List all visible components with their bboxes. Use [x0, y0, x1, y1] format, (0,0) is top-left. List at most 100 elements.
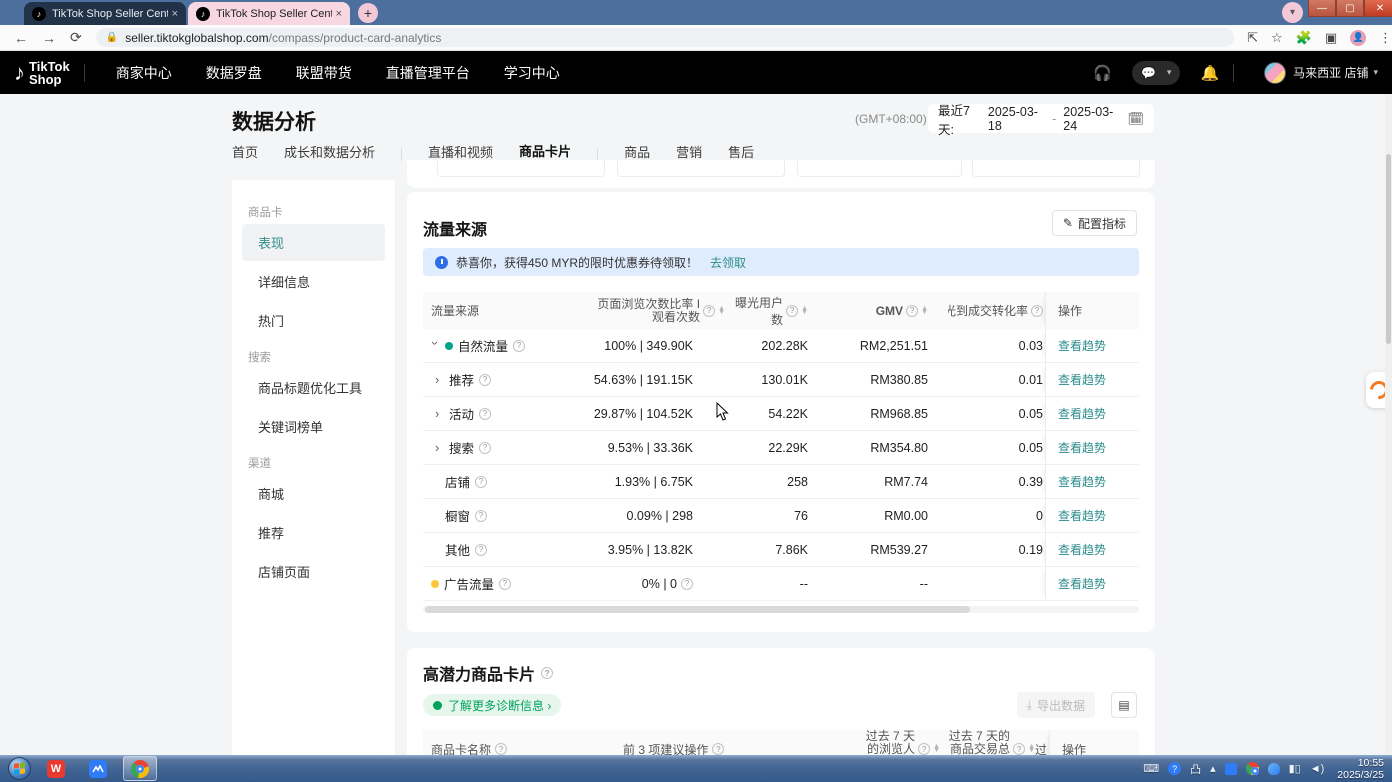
expand-chevron-icon[interactable]: › — [428, 341, 443, 350]
tab-search-icon[interactable]: ▾ — [1282, 2, 1303, 23]
horizontal-scrollbar[interactable] — [423, 606, 1139, 613]
forward-icon[interactable]: → — [42, 30, 56, 46]
nav-item-seller-center[interactable]: 商家中心 — [116, 63, 172, 83]
sidebar-item[interactable]: 关键词榜单 — [242, 408, 385, 445]
info-icon[interactable]: ? — [541, 667, 553, 679]
tab-close-icon[interactable]: × — [172, 8, 178, 20]
info-icon[interactable]: ? — [1031, 305, 1043, 317]
network-icon[interactable]: ▮▯ — [1289, 762, 1301, 775]
info-icon[interactable]: ? — [703, 305, 715, 317]
shop-avatar[interactable] — [1264, 62, 1286, 84]
calendar-icon[interactable]: 🗓 — [1128, 111, 1145, 127]
tray-cloud-icon[interactable] — [1268, 763, 1280, 775]
scrollbar-thumb[interactable] — [425, 606, 970, 613]
nav-item-data-compass[interactable]: 数据罗盘 — [206, 63, 262, 83]
view-trend-link[interactable]: 查看趋势 — [1058, 405, 1106, 422]
view-trend-link[interactable]: 查看趋势 — [1058, 575, 1106, 592]
tab-close-icon[interactable]: × — [336, 8, 342, 20]
info-icon[interactable]: ? — [475, 476, 487, 488]
sidebar-item[interactable]: 表现 — [242, 224, 385, 261]
info-icon[interactable]: ? — [1013, 743, 1025, 755]
info-icon[interactable]: ? — [479, 408, 491, 420]
date-range-picker[interactable]: 最近7天: 2025-03-18 - 2025-03-24 🗓 — [928, 104, 1154, 133]
info-icon[interactable]: ? — [499, 578, 511, 590]
view-trend-link[interactable]: 查看趋势 — [1058, 507, 1106, 524]
notification-bell-icon[interactable]: 🔔 — [1200, 64, 1219, 82]
tab-growth-analytics[interactable]: 成长和数据分析 — [284, 142, 375, 166]
info-icon[interactable]: ? — [513, 340, 525, 352]
sidebar-item[interactable]: 商城 — [242, 475, 385, 512]
messages-pill[interactable]: 💬 ▾ — [1132, 61, 1180, 85]
volume-icon[interactable]: ◄) — [1310, 763, 1325, 775]
help-icon[interactable]: ? — [1168, 762, 1181, 775]
keyboard-icon[interactable]: ⌨ — [1143, 762, 1159, 775]
maximize-button[interactable]: ▢ — [1336, 0, 1364, 17]
export-data-button[interactable]: ⤓ 导出数据 — [1017, 692, 1095, 718]
nav-item-learning-center[interactable]: 学习中心 — [504, 63, 560, 83]
taskbar-wps-icon[interactable]: W — [39, 756, 73, 781]
sort-icon[interactable]: ▲▼ — [801, 307, 808, 315]
start-button[interactable] — [8, 757, 31, 780]
tray-app-icon[interactable] — [1225, 763, 1237, 775]
side-panel-icon[interactable]: ▣ — [1325, 30, 1337, 46]
url-input[interactable]: 🔒 seller.tiktokglobalshop.com/compass/pr… — [96, 28, 1234, 47]
sort-icon[interactable]: ▲▼ — [718, 307, 725, 315]
nav-item-live-platform[interactable]: 直播管理平台 — [386, 63, 470, 83]
info-icon[interactable]: ? — [681, 578, 693, 590]
close-button[interactable]: ✕ — [1364, 0, 1392, 17]
ime-icon[interactable]: 凸 — [1190, 761, 1201, 777]
col-conversion-rate[interactable]: 曝光到成交转化率 ? — [948, 302, 1045, 319]
sidebar-item[interactable]: 推荐 — [242, 514, 385, 551]
sidebar-item[interactable]: 商品标题优化工具 — [242, 369, 385, 406]
configure-metrics-button[interactable]: ✎ 配置指标 — [1052, 210, 1137, 236]
minimize-button[interactable]: — — [1308, 0, 1336, 17]
info-icon[interactable]: ? — [786, 305, 798, 317]
extensions-icon[interactable]: 🧩 — [1296, 30, 1312, 46]
col-exposed-users[interactable]: 曝光用户数 ? ▲▼ — [733, 294, 838, 328]
tray-chrome-icon[interactable] — [1246, 762, 1259, 775]
view-trend-link[interactable]: 查看趋势 — [1058, 473, 1106, 490]
tab-home[interactable]: 首页 — [232, 142, 258, 166]
info-icon[interactable]: ? — [712, 743, 724, 755]
shop-name[interactable]: 马来西亚 店铺 — [1293, 64, 1368, 81]
new-tab-button[interactable]: + — [358, 3, 378, 23]
sort-icon[interactable]: ▲▼ — [921, 307, 928, 315]
info-icon[interactable]: ? — [918, 743, 930, 755]
back-icon[interactable]: ← — [14, 30, 28, 46]
headset-support-icon[interactable]: 🎧 — [1093, 64, 1112, 82]
view-trend-link[interactable]: 查看趋势 — [1058, 337, 1106, 354]
sidebar-item[interactable]: 店铺页面 — [242, 553, 385, 590]
info-icon[interactable]: ? — [906, 305, 918, 317]
diagnosis-link-pill[interactable]: 了解更多诊断信息 › — [423, 694, 561, 716]
report-doc-button[interactable]: ▤ — [1111, 692, 1137, 718]
bookmark-star-icon[interactable]: ☆ — [1271, 30, 1283, 46]
nav-item-affiliate[interactable]: 联盟带货 — [296, 63, 352, 83]
info-icon[interactable]: ? — [479, 442, 491, 454]
sidebar-item[interactable]: 热门 — [242, 302, 385, 339]
expand-chevron-icon[interactable]: › — [435, 372, 444, 387]
claim-coupon-link[interactable]: 去领取 — [710, 254, 746, 271]
browser-profile-avatar[interactable]: 👤 — [1350, 30, 1366, 46]
col-gmv[interactable]: GMV ? ▲▼ — [838, 304, 948, 318]
info-icon[interactable]: ? — [475, 510, 487, 522]
vertical-scrollbar[interactable] — [1385, 94, 1392, 755]
taskbar-clock[interactable]: 10:55 2025/3/25 — [1337, 757, 1384, 781]
tray-expand-icon[interactable]: ▴ — [1210, 762, 1216, 775]
view-trend-link[interactable]: 查看趋势 — [1058, 439, 1106, 456]
taskbar-chrome-icon[interactable] — [123, 756, 157, 781]
expand-chevron-icon[interactable]: › — [435, 406, 444, 421]
info-icon[interactable]: ? — [495, 743, 507, 755]
share-icon[interactable]: ⇱ — [1247, 30, 1258, 46]
scrollbar-thumb[interactable] — [1386, 154, 1391, 344]
browser-tab-1[interactable]: ♪ TikTok Shop Seller Center | Cre × — [24, 2, 186, 25]
view-trend-link[interactable]: 查看趋势 — [1058, 541, 1106, 558]
sidebar-item[interactable]: 详细信息 — [242, 263, 385, 300]
info-icon[interactable]: ? — [475, 544, 487, 556]
expand-chevron-icon[interactable]: › — [435, 440, 444, 455]
sort-icon[interactable]: ▲▼ — [1028, 745, 1035, 753]
col-pv-ratio[interactable]: 页面浏览次数比率 I 观看次数 ? ▲▼ — [573, 298, 733, 324]
view-trend-link[interactable]: 查看趋势 — [1058, 371, 1106, 388]
browser-tab-2[interactable]: ♪ TikTok Shop Seller Center | Cre × — [188, 2, 350, 25]
browser-menu-icon[interactable]: ⋮ — [1379, 30, 1392, 46]
refresh-icon[interactable]: ⟳ — [70, 29, 82, 46]
